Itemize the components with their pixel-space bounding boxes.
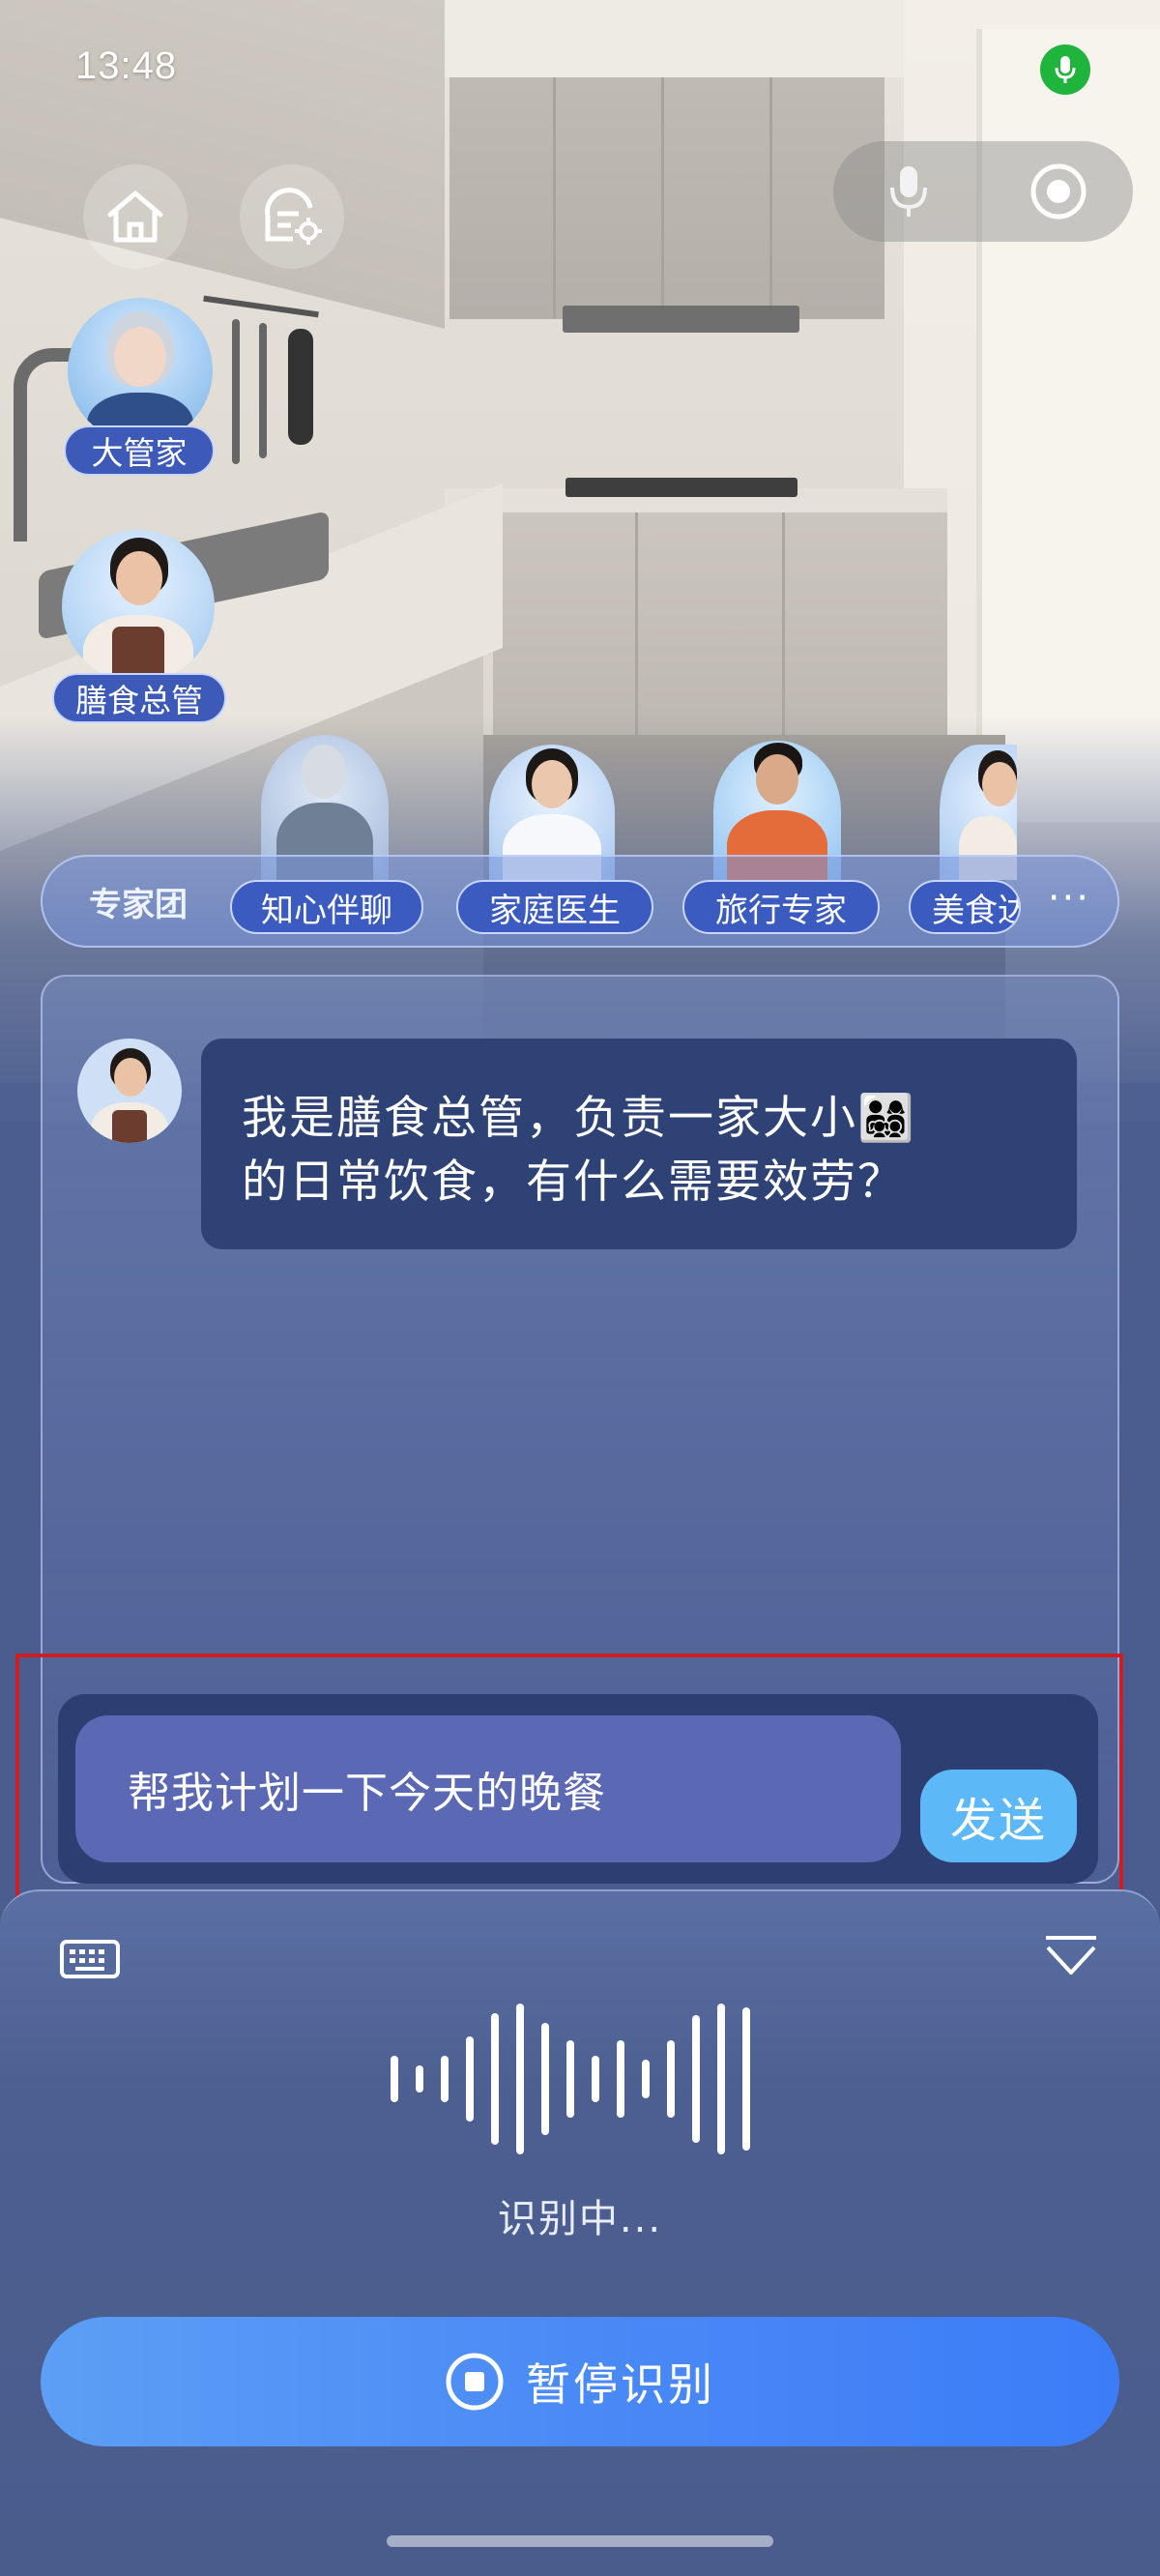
expert-team-title: 专家团: [89, 886, 188, 924]
keyboard-button[interactable]: [60, 1940, 120, 1982]
collapse-button[interactable]: [1042, 1934, 1100, 1982]
microphone-icon: [889, 166, 927, 217]
mic-active-indicator: [1040, 44, 1090, 95]
expert-chip-doctor[interactable]: 家庭医生: [456, 880, 653, 934]
voice-input-button[interactable]: [833, 141, 983, 242]
home-button[interactable]: [83, 164, 188, 269]
status-time: 13:48: [75, 44, 178, 87]
record-button[interactable]: [983, 141, 1133, 242]
keyboard-icon: [60, 1940, 120, 1978]
settings-button[interactable]: [240, 164, 344, 269]
chef-avatar: [62, 530, 215, 683]
pause-recognition-label: 暂停识别: [526, 2358, 715, 2411]
pause-recognition-button[interactable]: 暂停识别: [41, 2317, 1119, 2446]
waveform-icon: [391, 2004, 750, 2154]
expert-chip-companion[interactable]: 知心伴聊: [230, 880, 423, 934]
expert-chip-travel[interactable]: 旅行专家: [682, 880, 880, 934]
home-indicator[interactable]: [387, 2535, 773, 2547]
voice-mode-toggle[interactable]: [833, 141, 1133, 242]
chat-message-line: 我是膳食总管，负责一家大小👨‍👩‍👧‍👦: [242, 1092, 916, 1145]
expert-more-button[interactable]: ···: [1048, 876, 1090, 921]
voice-waveform: [387, 2002, 773, 2156]
chef-message-avatar: [77, 1039, 182, 1143]
chef-name-tag: 膳食总管: [52, 673, 226, 723]
chevron-down-icon: [1046, 1936, 1096, 1975]
expert-team-bar: 专家团 知心伴聊 家庭医生 旅行专家 美食达人 ···: [41, 855, 1119, 948]
expert-chip-food[interactable]: 美食达人: [909, 880, 1021, 934]
recognition-status: 识别中...: [497, 2197, 663, 2241]
chat-message-line: 的日常饮食，有什么需要效劳？: [242, 1156, 905, 1209]
home-icon: [107, 190, 163, 243]
butler-avatar: [68, 298, 213, 443]
highlight-box: [15, 1654, 1123, 1924]
microphone-icon: [1055, 56, 1076, 83]
stop-circle-icon: [446, 2353, 504, 2411]
document-gear-icon: [265, 188, 322, 245]
record-icon: [1030, 163, 1086, 220]
chat-message-bubble: 我是膳食总管，负责一家大小👨‍👩‍👧‍👦 的日常饮食，有什么需要效劳？: [201, 1039, 1077, 1249]
butler-name-tag: 大管家: [64, 425, 215, 476]
